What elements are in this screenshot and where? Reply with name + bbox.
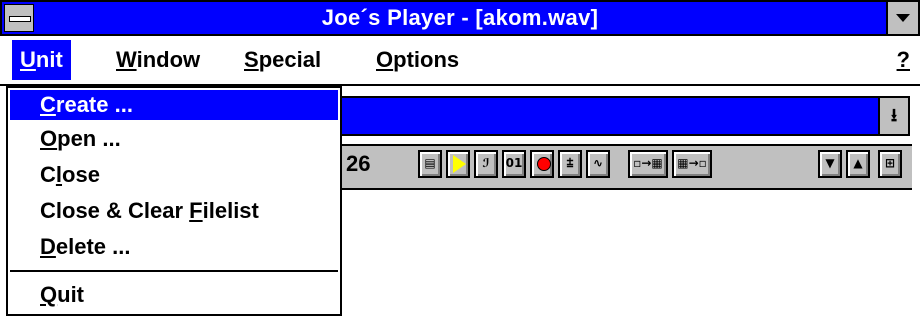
menu-item-delete-label: elete ... <box>55 234 131 259</box>
menu-unit[interactable]: Unit <box>12 40 71 80</box>
menu-item-open[interactable]: Open ... <box>10 124 338 154</box>
menu-special[interactable]: Special <box>236 40 329 80</box>
minimize-button[interactable] <box>886 2 918 34</box>
combo-dropdown-button[interactable]: ⭳ <box>878 98 908 134</box>
menu-item-create[interactable]: Create ... <box>10 90 338 120</box>
menu-unit-label: nit <box>35 47 63 72</box>
menu-item-open-label: pen ... <box>57 126 121 151</box>
menu-item-close[interactable]: Close <box>10 160 338 190</box>
window-title: Joe´s Player - [akom.wav] <box>321 5 599 30</box>
position-counter: 26 <box>346 151 371 176</box>
menu-item-delete-mnemonic: D <box>40 234 56 259</box>
menu-item-create-label: reate ... <box>55 92 133 117</box>
menu-item-close-label: ose <box>62 162 100 187</box>
menu-unit-mnemonic: U <box>20 47 36 72</box>
menu-item-close-clear-mnemonic: F <box>189 198 203 223</box>
menu-item-delete[interactable]: Delete ... <box>10 232 338 262</box>
send-from-list-icon[interactable]: ▦→▫ <box>672 150 712 178</box>
help-menu[interactable]: ? <box>897 40 910 80</box>
menu-window-label: indow <box>136 47 201 72</box>
record-icon[interactable] <box>530 150 554 178</box>
up-arrow-icon[interactable]: ▲ <box>846 150 870 178</box>
counter-01-icon[interactable]: 01 <box>502 150 526 178</box>
play-icon[interactable] <box>446 150 470 178</box>
send-to-list-icon[interactable]: ▫→▦ <box>628 150 668 178</box>
menu-item-close-clear-filelist[interactable]: Close & Clear Filelist <box>10 196 338 226</box>
waveform-icon[interactable]: ∿ <box>586 150 610 178</box>
grid-icon[interactable]: ⊞ <box>878 150 902 178</box>
menu-item-close-clear-pre: Close & Clear <box>40 198 190 223</box>
menu-bar: Unit Window Special Options ? <box>0 36 920 86</box>
menu-item-open-mnemonic: O <box>40 126 58 151</box>
menu-item-quit-label: uit <box>57 282 85 307</box>
menu-options-label: ptions <box>393 47 460 72</box>
menu-item-quit[interactable]: Quit <box>10 280 338 310</box>
file-combobox[interactable]: ⭳ <box>340 96 910 136</box>
menu-options[interactable]: Options <box>368 40 467 80</box>
menu-special-mnemonic: S <box>244 47 259 72</box>
menu-separator <box>10 270 338 272</box>
menu-item-quit-mnemonic: Q <box>40 282 58 307</box>
menu-special-label: pecial <box>258 47 322 72</box>
system-menu-icon[interactable] <box>4 4 34 32</box>
menu-item-close-pre: C <box>40 162 56 187</box>
menu-window[interactable]: Window <box>108 40 208 80</box>
level-icon[interactable]: ⩲ <box>558 150 582 178</box>
menu-item-close-clear-label: ilelist <box>202 198 259 223</box>
down-arrow-icon[interactable]: ▼ <box>818 150 842 178</box>
title-bar: Joe´s Player - [akom.wav] <box>0 0 920 36</box>
menu-options-mnemonic: O <box>376 47 394 72</box>
menu-window-mnemonic: W <box>116 47 137 72</box>
info-icon[interactable]: ℐ <box>474 150 498 178</box>
filelist-icon[interactable]: ▤ <box>418 150 442 178</box>
unit-dropdown-menu: Create ... Open ... Close Close & Clear … <box>6 86 342 316</box>
menu-item-create-mnemonic: C <box>40 92 56 117</box>
